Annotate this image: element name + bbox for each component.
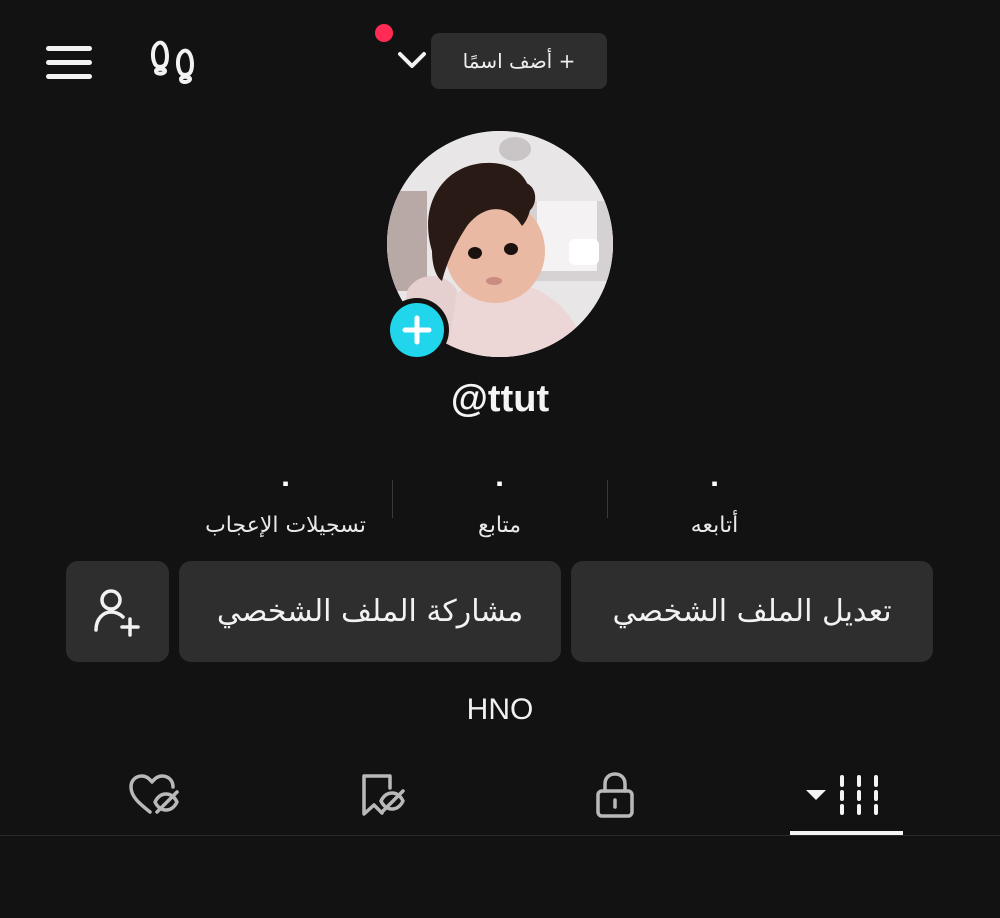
notification-dot [375,24,393,42]
chevron-down-icon[interactable] [397,48,427,74]
following-stat[interactable]: ٠ أتابعه [607,465,822,538]
tabs-divider [0,835,1000,836]
tab-reposts[interactable] [269,760,499,830]
edit-profile-button[interactable]: تعديل الملف الشخصي [571,561,933,662]
likes-stat[interactable]: ٠ تسجيلات الإعجاب [178,465,393,538]
tab-private[interactable] [500,760,730,830]
likes-count: ٠ [277,468,294,498]
hidden-bookmark-icon [362,774,405,816]
tab-liked[interactable] [39,760,269,830]
lock-icon [596,772,634,818]
following-label: أتابعه [690,513,739,538]
add-name-button[interactable]: + أضف اسمًا [431,33,607,89]
add-photo-button[interactable] [385,298,449,362]
following-count: ٠ [706,468,723,498]
likes-label: تسجيلات الإعجاب [205,513,366,538]
bio-text: HNO [466,693,534,726]
followers-label: متابع [478,513,521,538]
add-friend-button[interactable] [66,561,169,662]
footprint-icon[interactable] [150,38,198,88]
username: @ttut [450,378,550,420]
add-user-icon [93,588,140,637]
followers-stat[interactable]: ٠ متابع [392,465,607,538]
followers-count: ٠ [491,468,508,498]
tab-videos[interactable] [731,760,961,830]
menu-icon[interactable] [46,42,94,82]
plus-icon [390,303,444,357]
grid-icon [806,775,878,815]
hidden-heart-icon [129,774,179,814]
share-profile-button[interactable]: مشاركة الملف الشخصي [179,561,561,662]
